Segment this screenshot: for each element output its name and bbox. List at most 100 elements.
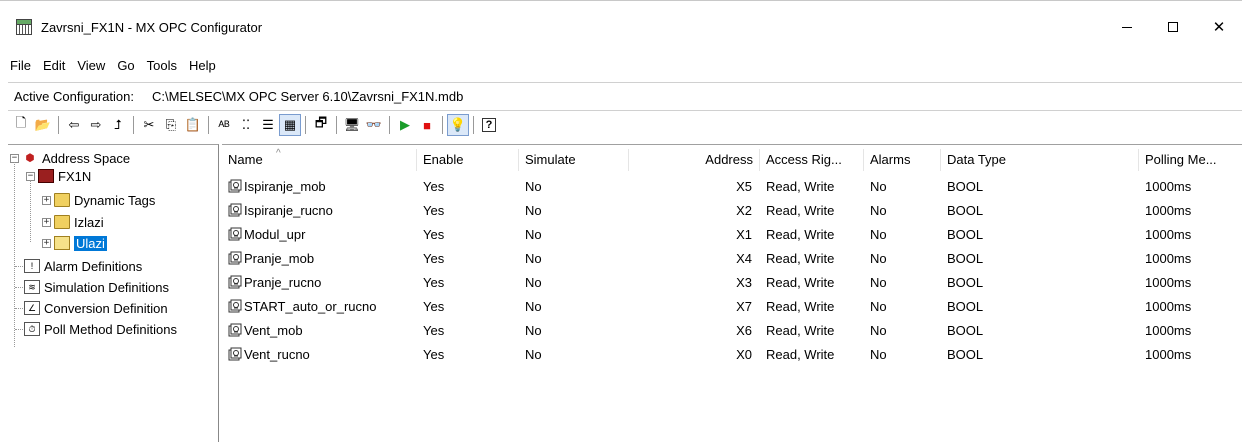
table-row[interactable]: Vent_mob Yes No X6 Read, Write No BOOL 1000ms [222, 319, 1242, 343]
back-button[interactable]: ⇦ [63, 114, 85, 136]
run-button[interactable]: ▶ [394, 114, 416, 136]
cell-enable: Yes [423, 227, 445, 242]
expand-icon[interactable]: + [42, 238, 51, 248]
close-button[interactable]: ✕ [1196, 11, 1242, 43]
column-header-alarms[interactable]: Alarms [864, 149, 941, 171]
active-configuration-bar: Active Configuration: C:\MELSEC\MX OPC S… [8, 86, 463, 106]
stop-button[interactable]: ■ [416, 114, 438, 136]
table-row[interactable]: Modul_upr Yes No X1 Read, Write No BOOL 1000ms [222, 223, 1242, 247]
column-header-address[interactable]: Address [629, 149, 760, 171]
tree-node-izlazi[interactable]: + Izlazi [42, 213, 104, 231]
tree-label: Poll Method Definitions [44, 321, 177, 337]
new-button[interactable]: 🗋 [10, 114, 32, 136]
paste-icon: 📋 [184, 117, 202, 132]
back-icon: ⇦ [68, 117, 80, 132]
tree-node-dynamic-tags[interactable]: + Dynamic Tags [42, 191, 155, 209]
table-row[interactable]: Pranje_mob Yes No X4 Read, Write No BOOL 1000ms [222, 247, 1242, 271]
tree-node-ulazi[interactable]: + Ulazi [42, 234, 107, 252]
tree-node-simulation-definitions[interactable]: ≋ Simulation Definitions [24, 278, 169, 296]
tree-node-fx1n[interactable]: − FX1N [26, 167, 91, 185]
tree-node-alarm-definitions[interactable]: ! Alarm Definitions [24, 257, 142, 275]
expand-icon[interactable]: + [42, 195, 51, 205]
cell-polling-method: 1000ms [1145, 179, 1192, 194]
up-folder-button[interactable]: ⮥ [107, 114, 129, 136]
maximize-button[interactable] [1150, 11, 1196, 43]
toolbar-separator [336, 116, 337, 134]
column-header-enable[interactable]: Enable [417, 149, 519, 171]
minimize-icon [1122, 26, 1132, 28]
tag-list-view[interactable]: ^ Name Enable Simulate Address Access Ri… [222, 144, 1242, 442]
tag-icon [228, 345, 242, 361]
table-row[interactable]: Ispiranje_mob Yes No X5 Read, Write No BOOL 100… [222, 175, 1242, 199]
tree-line [15, 329, 23, 330]
alarm-definitions-icon: ! [24, 259, 40, 273]
tag-icon [228, 297, 242, 313]
menu-separator [8, 82, 1242, 83]
cell-name: Vent_rucno [222, 343, 417, 367]
cell-polling-method: 1000ms [1145, 251, 1192, 266]
list-view-button[interactable]: ☰ [257, 114, 279, 136]
bulb-button[interactable]: 💡 [447, 114, 469, 136]
column-header-data-type[interactable]: Data Type [941, 149, 1139, 171]
cell-access-rights: Read, Write [766, 251, 835, 266]
copy-button[interactable]: ⎘ [160, 114, 182, 136]
tree-node-conversion-definitions[interactable]: ∠ Conversion Definition [24, 299, 168, 317]
cell-data-type: BOOL [947, 347, 984, 362]
menu-edit[interactable]: Edit [37, 58, 71, 73]
watch-button[interactable]: 👓 [363, 114, 385, 136]
cell-address: X2 [736, 203, 752, 218]
window-top-border [0, 0, 1242, 1]
column-header-name[interactable]: ^ Name [222, 148, 417, 171]
column-header-access-rights[interactable]: Access Rig... [760, 149, 864, 171]
tag-icon [228, 249, 242, 265]
paste-button[interactable]: 📋 [182, 114, 204, 136]
cell-simulate: No [525, 323, 542, 338]
cell-enable: Yes [423, 323, 445, 338]
column-header-simulate[interactable]: Simulate [519, 149, 629, 171]
forward-button[interactable]: ⇨ [85, 114, 107, 136]
menu-go[interactable]: Go [111, 58, 140, 73]
properties-button[interactable]: 🗗 [310, 114, 332, 136]
details-view-icon: ▦ [283, 117, 297, 132]
cell-name: START_auto_or_rucno [222, 295, 417, 319]
monitor-button[interactable]: 🖥 [341, 114, 363, 136]
minimize-button[interactable] [1104, 11, 1150, 43]
table-row[interactable]: Ispiranje_rucno Yes No X2 Read, Write No BOOL 1… [222, 199, 1242, 223]
menu-view[interactable]: View [71, 58, 111, 73]
menu-file[interactable]: File [0, 58, 37, 73]
cut-button[interactable]: ✂ [138, 114, 160, 136]
toolbar-separator [208, 116, 209, 134]
plc-device-icon [38, 169, 54, 183]
toolbar-separator [58, 116, 59, 134]
tree-label: Izlazi [74, 214, 104, 230]
table-row[interactable]: Pranje_rucno Yes No X3 Read, Write No BOOL 1000… [222, 271, 1242, 295]
menu-help[interactable]: Help [183, 58, 222, 73]
tree-node-address-space[interactable]: − ⬢ Address Space [10, 149, 130, 167]
app-icon [16, 19, 32, 35]
smalls-icon-button[interactable]: ⁚⁚ [235, 114, 257, 136]
column-header-polling-method[interactable]: Polling Me... [1139, 149, 1242, 171]
cell-polling-method: 1000ms [1145, 299, 1192, 314]
open-button[interactable]: 📂 [32, 114, 54, 136]
table-row[interactable]: Vent_rucno Yes No X0 Read, Write No BOOL 1000ms [222, 343, 1242, 367]
help-button[interactable]: ? [478, 114, 500, 136]
tree-node-poll-method-definitions[interactable]: ⏱ Poll Method Definitions [24, 320, 177, 338]
maximize-icon [1168, 22, 1178, 32]
tree-label-selected: Ulazi [74, 235, 107, 251]
cell-simulate: No [525, 299, 542, 314]
table-row[interactable]: START_auto_or_rucno Yes No X7 Read, Write No B… [222, 295, 1242, 319]
config-separator [8, 110, 1242, 111]
expand-icon[interactable]: + [42, 217, 51, 227]
bulb-icon: 💡 [449, 117, 467, 132]
title-bar[interactable]: Zavrsni_FX1N - MX OPC Configurator ✕ [0, 11, 1242, 43]
details-view-button[interactable]: ▦ [279, 114, 301, 136]
address-space-tree[interactable]: − ⬢ Address Space − FX1N + Dynamic Tags … [8, 144, 219, 442]
forward-icon: ⇨ [90, 117, 102, 132]
cell-name: Pranje_rucno [222, 271, 417, 295]
monitor-icon: 🖥 [343, 117, 361, 132]
menu-tools[interactable]: Tools [141, 58, 183, 73]
cut-icon: ✂ [143, 117, 155, 132]
toolbar-separator [389, 116, 390, 134]
cell-name: Ispiranje_rucno [222, 199, 417, 223]
larges-icon-button[interactable]: ᴬᴮ [213, 114, 235, 136]
